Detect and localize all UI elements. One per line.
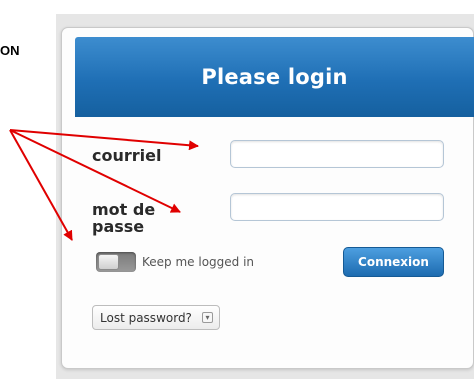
arrow-to-toggle (9, 129, 73, 241)
annotation-arrows (9, 129, 199, 241)
